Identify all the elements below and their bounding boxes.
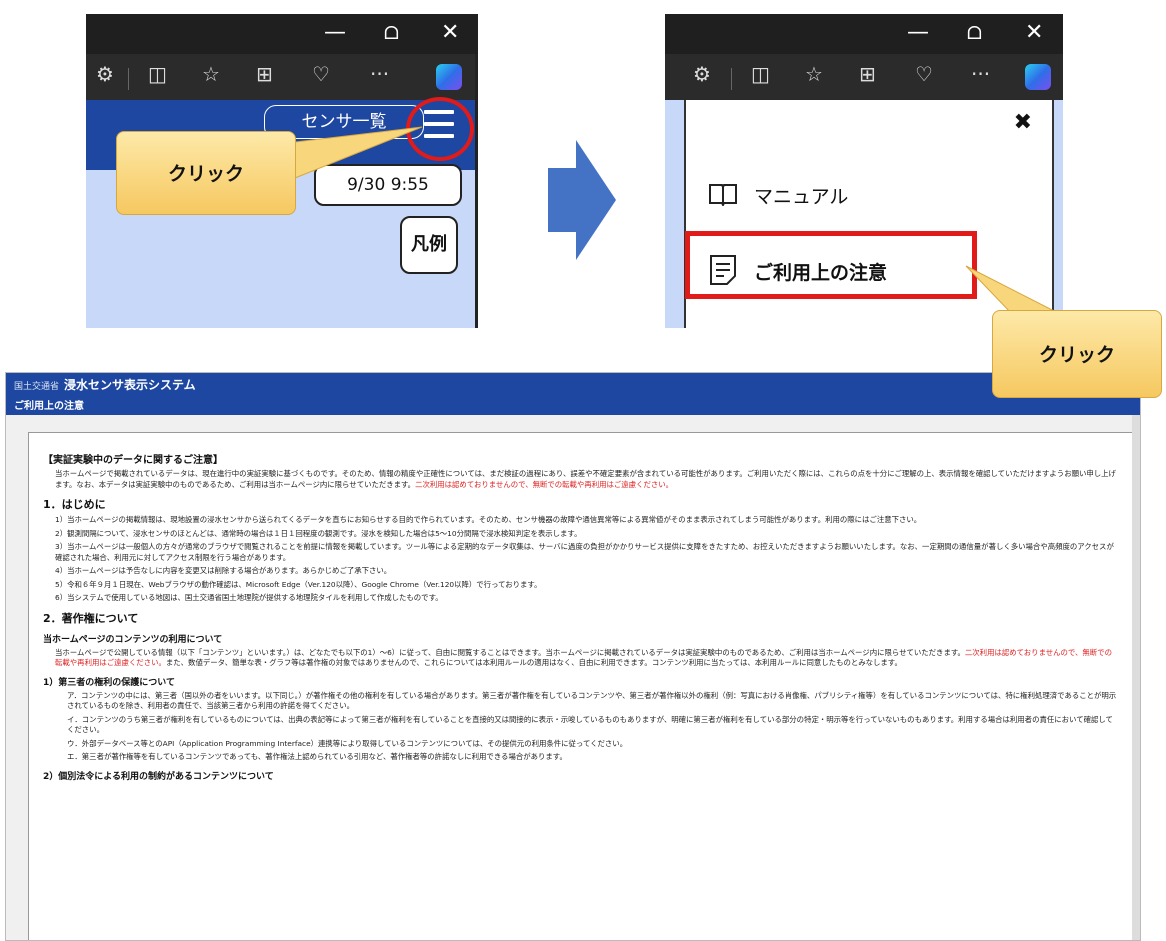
notice-text: 当ホームページで掲載されているデータは、現在進行中の実証実験に基づくものです。そ… bbox=[55, 469, 1116, 489]
title-bar bbox=[86, 14, 478, 54]
menu-item-manual[interactable]: マニュアル bbox=[754, 182, 848, 209]
extensions-icon[interactable]: ⚙ bbox=[96, 62, 114, 86]
list-item: ウ．外部データベース等とのAPI（Application Programming… bbox=[67, 738, 628, 748]
highlight-box bbox=[685, 231, 977, 299]
list-item: 2）観測間隔について、浸水センサのほとんどは、通常時の場合は１日１回程度の観測で… bbox=[55, 528, 582, 538]
list-item: 1）当ホームページの掲載情報は、現地設置の浸水センサから送られてくるデータを直ち… bbox=[55, 515, 922, 524]
collections-icon[interactable]: ⊞ bbox=[859, 62, 876, 86]
close-icon[interactable]: ✕ bbox=[1025, 20, 1043, 45]
section-heading-copyright: 2．著作権について bbox=[43, 611, 139, 625]
list-item: 3）当ホームページは一般個人の方々が通常のブラウザで閲覧されることを前提に情報を… bbox=[55, 542, 1114, 562]
copilot-icon[interactable] bbox=[436, 64, 462, 90]
more-icon[interactable]: ··· bbox=[971, 62, 990, 86]
book-icon bbox=[709, 184, 737, 206]
favorites-icon[interactable]: ☆ bbox=[805, 62, 823, 86]
minimize-icon[interactable]: — bbox=[324, 20, 346, 45]
page-subtitle: ご利用上の注意 bbox=[14, 401, 84, 412]
list-item: エ．第三者が著作権等を有しているコンテンツであっても、著作権法上認められている引… bbox=[67, 752, 567, 761]
extensions-icon[interactable]: ⚙ bbox=[693, 62, 711, 86]
terms-document: 【実証実験中のデータに関するご注意】 当ホームページで掲載されているデータは、現… bbox=[28, 432, 1134, 940]
section-heading-intro: 1．はじめに bbox=[43, 498, 106, 511]
menu-close-icon[interactable]: ✖ bbox=[1014, 110, 1032, 135]
restore-icon[interactable]: ᗝ bbox=[967, 23, 982, 44]
favorites-icon[interactable]: ☆ bbox=[202, 62, 220, 86]
subsection-heading: 当ホームページのコンテンツの利用について bbox=[43, 634, 223, 645]
page-body: 【実証実験中のデータに関するご注意】 当ホームページで掲載されているデータは、現… bbox=[6, 415, 1140, 940]
list-item: 5）令和６年９月１日現在、Webブラウザの動作確認は、Microsoft Edg… bbox=[55, 579, 542, 589]
minimize-icon[interactable]: — bbox=[907, 20, 929, 45]
more-icon[interactable]: ··· bbox=[370, 62, 389, 86]
list-item: ア．コンテンツの中には、第三者（国以外の者をいいます。以下同じ。）が著作権その他… bbox=[67, 690, 1117, 711]
list-item: 4）当ホームページは予告なしに内容を変更又は削除する場合があります。あらかじめご… bbox=[55, 566, 392, 575]
notice-heading: 【実証実験中のデータに関するご注意】 bbox=[43, 455, 223, 466]
restore-icon[interactable]: ᗝ bbox=[384, 23, 399, 44]
copilot-icon[interactable] bbox=[1025, 64, 1051, 90]
ministry-logo: 国土交通省 bbox=[14, 382, 60, 392]
collections-icon[interactable]: ⊞ bbox=[256, 62, 273, 86]
panel-edge bbox=[475, 54, 478, 328]
copyright-text: 当ホームページで公開している情報（以下「コンテンツ」といいます。）は、どなたでも… bbox=[55, 647, 1112, 668]
terms-page-screenshot: 国土交通省 浸水センサ表示システム ご利用上の注意 【実証実験中のデータに関する… bbox=[5, 372, 1141, 941]
page-header: 国土交通省 浸水センサ表示システム ご利用上の注意 bbox=[6, 373, 1140, 415]
system-title: 浸水センサ表示システム bbox=[64, 378, 196, 392]
browser-essentials-icon[interactable]: ♡ bbox=[915, 62, 933, 86]
list-item: イ．コンテンツのうち第三者が権利を有しているものについては、出典の表記等によって… bbox=[67, 714, 1113, 735]
split-screen-icon[interactable]: ◫ bbox=[751, 62, 770, 86]
close-icon[interactable]: ✕ bbox=[441, 20, 459, 45]
arrow-right-icon bbox=[548, 140, 616, 260]
toolbar-separator bbox=[731, 68, 732, 90]
scrollbar[interactable] bbox=[1132, 415, 1140, 940]
subsection-heading: 1）第三者の権利の保護について bbox=[43, 677, 175, 688]
split-screen-icon[interactable]: ◫ bbox=[148, 62, 167, 86]
click-callout-1: クリック bbox=[116, 131, 296, 215]
title-bar bbox=[665, 14, 1063, 54]
subsection-heading: 2）個別法令による利用の制約があるコンテンツについて bbox=[43, 771, 274, 782]
list-item: 6）当システムで使用している地図は、国土交通省国土地理院が提供する地理院タイルを… bbox=[55, 593, 443, 602]
legend-button[interactable]: 凡例 bbox=[400, 216, 458, 274]
browser-essentials-icon[interactable]: ♡ bbox=[312, 62, 330, 86]
browser-toolbar bbox=[86, 54, 478, 100]
click-callout-2: クリック bbox=[992, 310, 1162, 398]
toolbar-separator bbox=[128, 68, 129, 90]
